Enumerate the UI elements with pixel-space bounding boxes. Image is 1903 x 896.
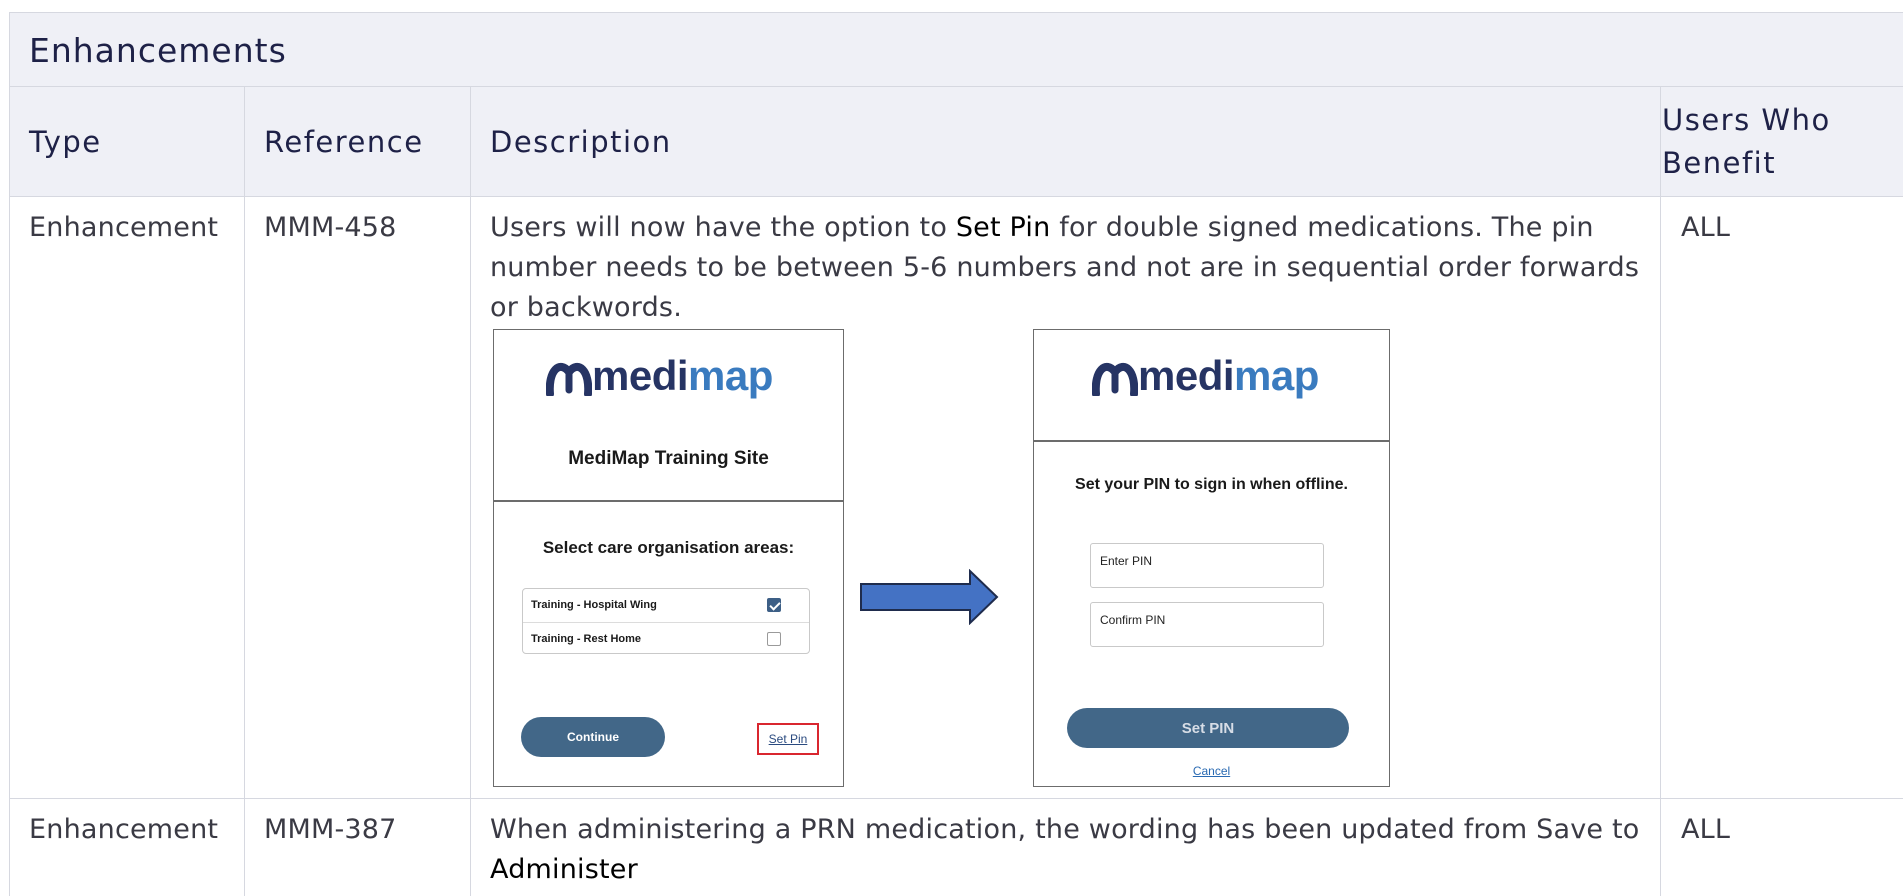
description-text: Users will now have the option to	[490, 212, 956, 243]
option-label: Training - Hospital Wing	[531, 599, 657, 611]
row-reference: MMM-458	[264, 212, 397, 243]
set-pin-button[interactable]: Set PIN	[1067, 708, 1349, 748]
row-divider	[10, 798, 1903, 799]
continue-button[interactable]: Continue	[521, 717, 665, 757]
logo-text-map: map	[1234, 352, 1319, 399]
column-header-reference: Reference	[264, 124, 424, 159]
confirm-pin-field[interactable]: Confirm PIN	[1090, 602, 1324, 647]
checkbox-unchecked-icon[interactable]	[767, 632, 781, 646]
set-pin-link[interactable]: Set Pin	[769, 732, 808, 746]
description-emphasis: Set Pin	[955, 212, 1051, 243]
set-pin-highlight: Set Pin	[757, 723, 819, 755]
column-divider	[244, 87, 245, 896]
row-type: Enhancement	[29, 212, 219, 243]
column-header-description: Description	[490, 124, 672, 159]
right-arrow-icon	[860, 569, 999, 625]
logo-text-medi: medi	[1138, 352, 1235, 399]
logo-text-medi: medi	[592, 352, 689, 399]
areas-prompt: Select care organisation areas:	[542, 538, 795, 557]
option-label: Training - Rest Home	[531, 633, 642, 645]
medimap-logo-icon	[546, 363, 592, 396]
area-options-list: Training - Hospital Wing Training - Rest…	[522, 588, 810, 654]
checkbox-checked-icon[interactable]	[767, 598, 781, 612]
row-users: ALL	[1681, 212, 1731, 243]
divider	[494, 500, 843, 502]
column-divider	[470, 87, 471, 896]
cancel-link[interactable]: Cancel	[1034, 764, 1389, 778]
enter-pin-field[interactable]: Enter PIN	[1090, 543, 1324, 588]
section-title: Enhancements	[29, 31, 287, 70]
medimap-logo: medi map	[546, 352, 773, 400]
medimap-logo-icon	[1092, 363, 1138, 396]
row-description: When administering a PRN medication, the…	[490, 810, 1650, 890]
description-emphasis: Administer	[490, 854, 638, 885]
column-divider	[1660, 87, 1661, 896]
table-title-row: Enhancements	[10, 13, 1903, 87]
screenshot-select-areas: medi map MediMap Training Site Select car…	[493, 329, 844, 787]
list-item[interactable]: Training - Hospital Wing	[523, 589, 809, 622]
row-reference: MMM-387	[264, 814, 397, 845]
screenshot-set-pin: medi map Set your PIN to sign in when off…	[1033, 329, 1390, 787]
description-text: When administering a PRN medication, the…	[490, 814, 1640, 845]
divider	[1034, 440, 1389, 442]
enhancements-table: Enhancements Type Reference Description …	[9, 12, 1903, 896]
logo-text-map: map	[688, 352, 773, 399]
medimap-logo: medi map	[1092, 352, 1319, 400]
row-type: Enhancement	[29, 814, 219, 845]
set-pin-prompt: Set your PIN to sign in when offline.	[1075, 476, 1348, 493]
list-item[interactable]: Training - Rest Home	[523, 622, 809, 656]
column-header-type: Type	[29, 124, 102, 159]
row-description: Users will now have the option to Set Pi…	[490, 208, 1660, 328]
site-title: MediMap Training Site	[568, 448, 769, 469]
table-header-row: Type Reference Description Users Who Ben…	[10, 87, 1903, 197]
column-header-users-who-benefit: Users Who Benefit	[1662, 103, 1831, 180]
row-users: ALL	[1681, 814, 1731, 845]
